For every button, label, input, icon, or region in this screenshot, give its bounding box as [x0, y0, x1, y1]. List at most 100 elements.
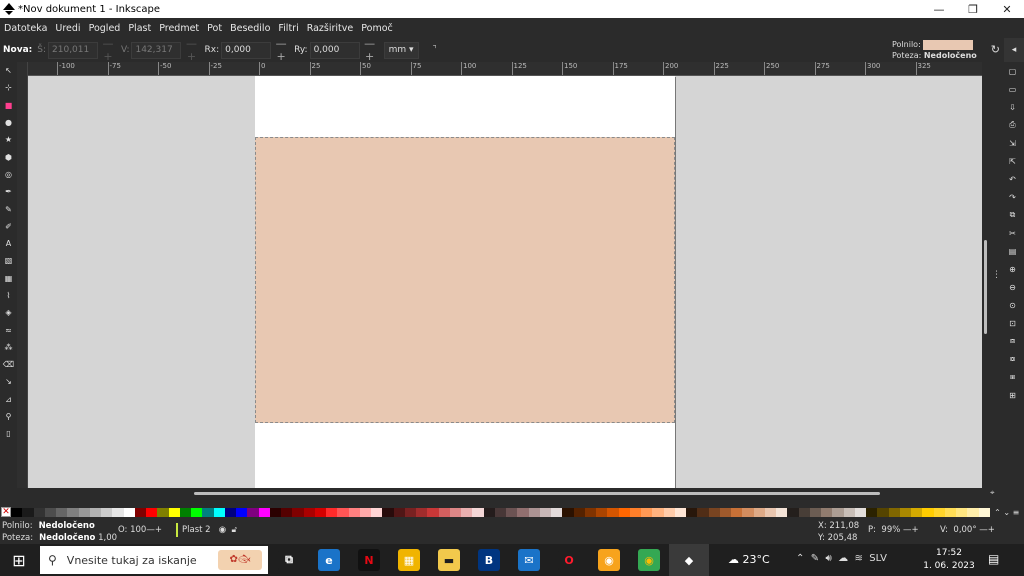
- palette-swatch[interactable]: [371, 507, 383, 517]
- palette-swatch[interactable]: [449, 507, 461, 517]
- clone-icon[interactable]: ⧇: [1001, 350, 1024, 368]
- palette-swatch[interactable]: [832, 507, 844, 517]
- palette-swatch[interactable]: [821, 507, 833, 517]
- palette-swatch[interactable]: [314, 507, 326, 517]
- rx-field[interactable]: 0,000: [221, 41, 272, 59]
- palette-swatch[interactable]: [359, 507, 371, 517]
- zoom-icon[interactable]: ⚲: [0, 408, 17, 425]
- zoom-center-icon[interactable]: ⊡: [1001, 314, 1024, 332]
- fill-swatch[interactable]: [922, 39, 973, 50]
- tray-chevron-icon[interactable]: ⌃: [796, 553, 804, 564]
- redo-icon[interactable]: ↷: [1001, 188, 1024, 206]
- connector-icon[interactable]: ↘: [0, 373, 17, 390]
- palette-swatch[interactable]: [674, 507, 686, 517]
- rotation-value[interactable]: 0,00°: [953, 525, 976, 535]
- menu-path[interactable]: Pot: [203, 23, 226, 34]
- palette-swatch[interactable]: [956, 507, 968, 517]
- palette-swatch[interactable]: [899, 507, 911, 517]
- language-indicator[interactable]: SLV: [869, 553, 887, 564]
- palette-swatch[interactable]: [933, 507, 945, 517]
- palette-swatch[interactable]: [866, 507, 878, 517]
- unit-select[interactable]: mm ▾: [383, 41, 419, 59]
- booking-icon[interactable]: B: [478, 549, 500, 571]
- export-icon[interactable]: ⇱: [1001, 152, 1024, 170]
- store-icon[interactable]: ▦: [398, 549, 420, 571]
- palette-swatch[interactable]: [877, 507, 889, 517]
- palette-swatch[interactable]: [281, 507, 293, 517]
- palette-swatch[interactable]: [213, 507, 225, 517]
- style-indicator[interactable]: Polnilo: Nedoločeno Poteza: Nedoločeno 1,0…: [2, 520, 117, 544]
- opera-icon[interactable]: O: [558, 549, 580, 571]
- clock[interactable]: 17:52 1. 06. 2023: [920, 547, 978, 573]
- palette-swatch[interactable]: [202, 507, 214, 517]
- palette-swatch[interactable]: [382, 507, 394, 517]
- node-icon[interactable]: ⊹: [0, 79, 17, 96]
- menu-extensions[interactable]: Razširitve: [303, 23, 358, 34]
- zoom-selection-icon[interactable]: ⊕: [1001, 260, 1024, 278]
- menu-edit[interactable]: Uredi: [51, 23, 84, 34]
- file-explorer-icon[interactable]: ▬: [438, 549, 460, 571]
- notifications-icon[interactable]: ▤: [988, 552, 999, 566]
- open-icon[interactable]: ▭: [1001, 80, 1024, 98]
- menu-help[interactable]: Pomoč: [357, 23, 397, 34]
- rx-stepper[interactable]: —+: [271, 37, 291, 63]
- group-icon[interactable]: ⊞: [1001, 386, 1024, 404]
- palette-swatch[interactable]: [404, 507, 416, 517]
- palette-swatch[interactable]: [663, 507, 675, 517]
- zoom-control[interactable]: P: 99% —+: [868, 525, 919, 535]
- no-paint-swatch[interactable]: ✕: [1, 507, 11, 517]
- palette-swatch[interactable]: [629, 507, 641, 517]
- selected-rectangle[interactable]: [255, 137, 675, 423]
- width-stepper[interactable]: —+: [98, 37, 118, 63]
- palette-swatch[interactable]: [506, 507, 518, 517]
- taskbar-search[interactable]: ⚲ Vnesite tukaj za iskanje ✿🐟︎: [40, 546, 268, 574]
- wifi-icon[interactable]: ≋: [855, 553, 863, 564]
- palette-swatch[interactable]: [416, 507, 428, 517]
- fill-stroke-indicator[interactable]: Polnilo: Poteza: Nedoločeno: [892, 39, 978, 61]
- palette-swatch[interactable]: [798, 507, 810, 517]
- layer-lock-icon[interactable]: 🔓︎: [232, 525, 238, 535]
- minimize-button[interactable]: —: [922, 0, 956, 18]
- palette-swatch[interactable]: [517, 507, 529, 517]
- palette-swatch[interactable]: [686, 507, 698, 517]
- palette-swatch[interactable]: [101, 507, 113, 517]
- zoom-drawing-icon[interactable]: ⊖: [1001, 278, 1024, 296]
- palette-swatch[interactable]: [967, 507, 979, 517]
- opacity-value[interactable]: 100: [130, 525, 146, 535]
- avast-browser-icon[interactable]: ◉: [598, 549, 620, 571]
- height-field[interactable]: 142,317: [131, 41, 182, 59]
- menu-file[interactable]: Datoteka: [0, 23, 51, 34]
- copy-icon[interactable]: ⧉: [1001, 206, 1024, 224]
- vertical-ruler[interactable]: [17, 62, 28, 488]
- star-icon[interactable]: ★: [0, 131, 17, 148]
- pen-icon[interactable]: ✒: [0, 183, 17, 200]
- palette-swatch[interactable]: [337, 507, 349, 517]
- duplicate-icon[interactable]: ⧈: [1001, 332, 1024, 350]
- palette-swatch[interactable]: [22, 507, 34, 517]
- 3dbox-icon[interactable]: ⬢: [0, 148, 17, 165]
- measure-icon[interactable]: ⊿: [0, 391, 17, 408]
- palette-swatch[interactable]: [269, 507, 281, 517]
- palette-swatch[interactable]: [944, 507, 956, 517]
- menu-view[interactable]: Pogled: [85, 23, 125, 34]
- palette-swatch[interactable]: [922, 507, 934, 517]
- task-view-icon[interactable]: ⧉: [278, 549, 300, 571]
- palette-swatch[interactable]: [348, 507, 360, 517]
- palette-swatch[interactable]: [472, 507, 484, 517]
- palette-swatch[interactable]: [809, 507, 821, 517]
- palette-swatch[interactable]: [528, 507, 540, 517]
- horizontal-scrollbar[interactable]: [28, 488, 982, 498]
- layer-visibility-icon[interactable]: ◉: [219, 525, 226, 535]
- palette-swatch[interactable]: [911, 507, 923, 517]
- undo-icon[interactable]: ↶: [1001, 170, 1024, 188]
- palette-swatch[interactable]: [78, 507, 90, 517]
- calligraphy-icon[interactable]: ✐: [0, 218, 17, 235]
- palette-swatch[interactable]: [146, 507, 158, 517]
- palette-swatch[interactable]: [888, 507, 900, 517]
- palette-swatch[interactable]: [753, 507, 765, 517]
- palette-swatch[interactable]: [33, 507, 45, 517]
- palette-swatch[interactable]: [641, 507, 653, 517]
- palette-swatch[interactable]: [179, 507, 191, 517]
- palette-swatch[interactable]: [719, 507, 731, 517]
- more-options-icon[interactable]: ⋮: [992, 270, 1001, 280]
